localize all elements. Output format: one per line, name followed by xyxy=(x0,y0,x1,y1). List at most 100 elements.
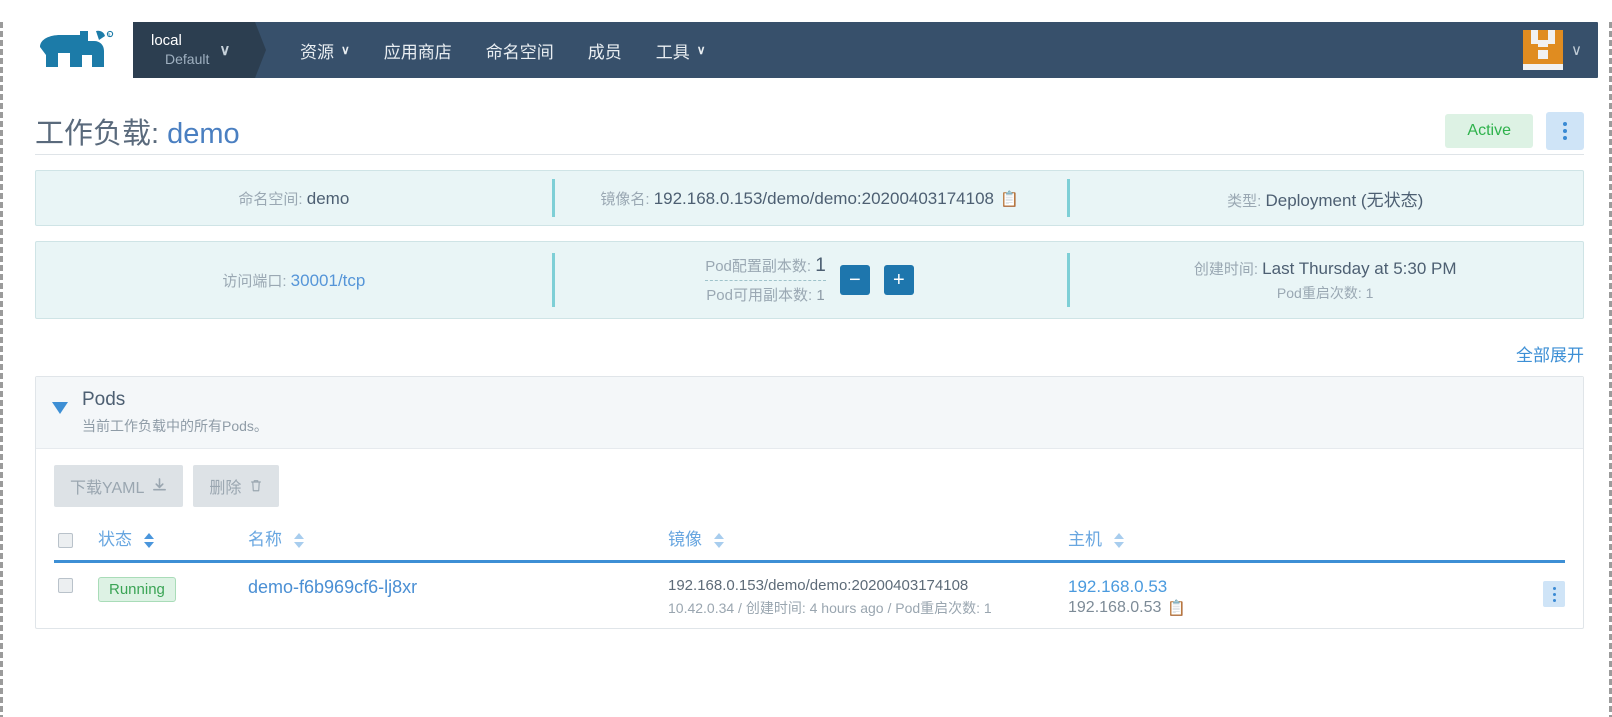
pods-section-body: 下载YAML 删除 状态 名称 镜像 主机 Running demo-f6b96… xyxy=(36,449,1583,628)
download-yaml-label: 下载YAML xyxy=(70,479,145,497)
pod-host-ip-text: 192.168.0.53 xyxy=(1068,598,1162,616)
pod-scale-divider xyxy=(705,280,826,281)
pod-scale-available-value: 1 xyxy=(816,287,825,304)
pod-scale-available-label: Pod可用副本数 xyxy=(706,287,808,304)
pod-image-meta: 10.42.0.34 / 创建时间: 4 hours ago / Pod重启次数… xyxy=(668,599,992,616)
header-divider xyxy=(35,154,1584,155)
copy-icon[interactable]: 📋 xyxy=(1167,599,1186,617)
select-all-checkbox[interactable] xyxy=(58,532,73,548)
pods-section: Pods 当前工作负载中的所有Pods。 下载YAML 删除 状态 名称 镜像 … xyxy=(35,376,1584,629)
pod-scale-available: Pod可用副本数: 1 xyxy=(706,287,825,304)
navbar-bar: local Default ∨ 资源 ∨ 应用商店 命名空间 成员 工具 ∨ ∨ xyxy=(133,22,1598,78)
svg-text:R: R xyxy=(107,32,110,37)
row-select-cell xyxy=(54,561,98,628)
info-namespace-label: 命名空间 xyxy=(238,190,299,208)
pods-table: 状态 名称 镜像 主机 Running demo-f6b969cf6-lj8xr… xyxy=(54,525,1565,628)
info-restarts: Pod重启次数: 1 xyxy=(1276,284,1374,301)
row-checkbox[interactable] xyxy=(58,577,73,593)
nav-item-apps[interactable]: 应用商店 xyxy=(367,22,469,78)
info-created: 创建时间: Last Thursday at 5:30 PM Pod重启次数: … xyxy=(1067,242,1583,318)
workload-actions-menu-button[interactable] xyxy=(1546,112,1584,150)
info-scale: Pod配置副本数: 1 Pod可用副本数: 1 − + xyxy=(551,242,1068,318)
chevron-down-icon: ∨ xyxy=(696,43,706,57)
pod-name-link[interactable]: demo-f6b969cf6-lj8xr xyxy=(248,577,417,597)
info-port-label: 访问端口 xyxy=(222,272,283,290)
info-image-label: 镜像名 xyxy=(600,190,646,208)
copy-icon[interactable]: 📋 xyxy=(1000,190,1019,208)
pod-scale-readout: Pod配置副本数: 1 Pod可用副本数: 1 xyxy=(705,255,826,305)
chevron-down-icon: ∨ xyxy=(219,42,231,59)
column-header-status[interactable]: 状态 xyxy=(98,525,248,562)
pods-table-head: 状态 名称 镜像 主机 xyxy=(54,525,1565,562)
column-header-name-label: 名称 xyxy=(248,529,282,549)
column-header-host-label: 主机 xyxy=(1068,529,1102,549)
info-port-text: 访问端口: 30001/tcp xyxy=(222,270,366,290)
chevron-down-icon: ∨ xyxy=(1571,42,1582,59)
expand-all-row: 全部展开 xyxy=(21,341,1598,366)
chevron-down-icon: ∨ xyxy=(341,43,350,57)
pods-section-heading: Pods 当前工作负载中的所有Pods。 xyxy=(82,388,268,436)
avatar[interactable] xyxy=(1523,30,1564,70)
nav-item-label: 成员 xyxy=(587,42,622,62)
workload-info-card-secondary: 访问端口: 30001/tcp Pod配置副本数: 1 Pod可用副本数: 1 … xyxy=(35,241,1584,319)
column-header-host[interactable]: 主机 xyxy=(1068,525,1505,562)
rancher-logo[interactable]: R xyxy=(21,22,133,78)
column-header-actions xyxy=(1505,525,1565,562)
sort-icon[interactable] xyxy=(143,532,154,548)
nav-item-label: 资源 xyxy=(300,42,334,62)
expand-all-link[interactable]: 全部展开 xyxy=(1516,341,1584,366)
status-badge: Active xyxy=(1445,114,1533,148)
pod-host-link[interactable]: 192.168.0.53 xyxy=(1068,577,1505,597)
cluster-name: local xyxy=(151,31,182,49)
row-actions-cell xyxy=(1505,561,1565,628)
info-restarts-value: 1 xyxy=(1365,284,1374,301)
nav-item-members[interactable]: 成员 xyxy=(571,22,639,78)
info-type-value: Deployment (无状态) xyxy=(1265,190,1424,210)
download-icon xyxy=(153,478,167,491)
nav-item-label: 命名空间 xyxy=(485,42,554,62)
collapse-triangle-icon[interactable] xyxy=(52,402,68,414)
download-yaml-button[interactable]: 下载YAML xyxy=(54,464,184,507)
info-restarts-label: Pod重启次数 xyxy=(1276,284,1358,301)
cluster-project-picker[interactable]: local Default ∨ xyxy=(133,22,255,78)
trash-icon xyxy=(251,480,262,492)
sort-icon[interactable] xyxy=(1113,532,1124,548)
page-title: 工作负载: demo xyxy=(35,110,240,152)
sort-icon[interactable] xyxy=(293,532,304,548)
pod-scale-up-button[interactable]: + xyxy=(883,265,914,295)
info-namespace: 命名空间: demo xyxy=(36,171,552,225)
pod-scale-down-button[interactable]: − xyxy=(839,265,870,295)
row-actions-menu-button[interactable] xyxy=(1543,581,1565,608)
nav-item-resources[interactable]: 资源 ∨ xyxy=(283,22,367,78)
page-header-actions: Active xyxy=(1445,112,1584,150)
row-image-cell: 192.168.0.153/demo/demo:20200403174108 1… xyxy=(668,561,1068,628)
pod-host-ip: 192.168.0.53 📋 xyxy=(1068,599,1505,617)
pod-scale-control: Pod配置副本数: 1 Pod可用副本数: 1 − + xyxy=(705,255,914,305)
info-image-text: 镜像名: 192.168.0.153/demo/demo:20200403174… xyxy=(600,188,1019,209)
pod-scale-configured-label: Pod配置副本数 xyxy=(705,258,807,275)
sort-icon[interactable] xyxy=(713,532,724,548)
info-created-label: 创建时间 xyxy=(1193,260,1254,278)
pods-section-description: 当前工作负载中的所有Pods。 xyxy=(82,417,268,434)
page-title-separator: : xyxy=(151,118,168,150)
cluster-picker-texts: local Default xyxy=(151,32,209,68)
column-header-status-label: 状态 xyxy=(98,529,132,549)
workload-info-card-primary: 命名空间: demo 镜像名: 192.168.0.153/demo/demo:… xyxy=(35,170,1584,226)
column-header-image[interactable]: 镜像 xyxy=(668,525,1068,562)
info-image-value: 192.168.0.153/demo/demo:20200403174108 xyxy=(653,188,994,208)
info-type-label: 类型 xyxy=(1227,192,1258,210)
pods-section-header: Pods 当前工作负载中的所有Pods。 xyxy=(36,377,1583,449)
info-image: 镜像名: 192.168.0.153/demo/demo:20200403174… xyxy=(551,171,1068,225)
page-title-name: demo xyxy=(167,118,240,150)
info-port-value[interactable]: 30001/tcp xyxy=(291,271,366,290)
column-header-name[interactable]: 名称 xyxy=(248,525,668,562)
nav-item-label: 工具 xyxy=(655,42,690,62)
info-created-value: Last Thursday at 5:30 PM xyxy=(1262,258,1457,278)
page-header: 工作负载: demo Active xyxy=(21,108,1598,154)
user-menu[interactable]: ∨ xyxy=(1523,22,1598,78)
pod-scale-configured: Pod配置副本数: 1 xyxy=(705,255,826,276)
nav-item-namespaces[interactable]: 命名空间 xyxy=(469,22,571,78)
nav-item-tools[interactable]: 工具 ∨ xyxy=(639,22,723,78)
delete-button[interactable]: 删除 xyxy=(193,464,280,507)
info-port: 访问端口: 30001/tcp xyxy=(36,242,552,318)
